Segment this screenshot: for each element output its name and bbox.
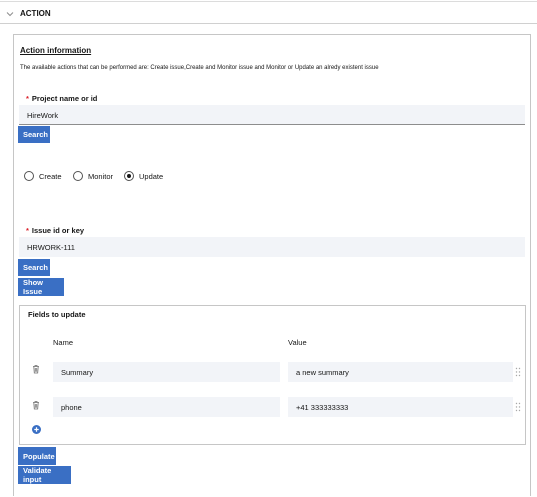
radio-create[interactable]: Create bbox=[24, 169, 62, 183]
populate-button[interactable]: Populate bbox=[18, 447, 56, 465]
issue-label-text: Issue id or key bbox=[31, 226, 85, 235]
radio-create-label[interactable]: Create bbox=[39, 172, 62, 181]
accordion-header[interactable]: ACTION bbox=[0, 2, 537, 24]
drag-handle-icon[interactable] bbox=[515, 367, 521, 377]
chevron-down-icon[interactable] bbox=[5, 9, 15, 19]
delete-row-icon[interactable] bbox=[32, 364, 40, 374]
field-value-value[interactable]: a new summary bbox=[296, 368, 349, 377]
required-mark: * bbox=[26, 94, 29, 103]
project-search-button[interactable]: Search bbox=[18, 126, 50, 143]
drag-handle-icon[interactable] bbox=[515, 402, 521, 412]
issue-label: * Issue id or key bbox=[26, 226, 84, 235]
column-header-name: Name bbox=[53, 338, 74, 347]
radio-monitor-label[interactable]: Monitor bbox=[88, 172, 113, 181]
issue-input-value[interactable]: HRWORK-111 bbox=[27, 243, 75, 252]
delete-row-icon[interactable] bbox=[32, 400, 40, 410]
fields-to-update-title: Fields to update bbox=[28, 310, 86, 319]
radio-update-label[interactable]: Update bbox=[139, 172, 163, 181]
show-issue-button[interactable]: Show Issue bbox=[18, 278, 64, 296]
project-input[interactable]: HireWork bbox=[19, 105, 525, 125]
project-input-value[interactable]: HireWork bbox=[27, 111, 58, 120]
field-name-value[interactable]: Summary bbox=[61, 368, 93, 377]
radio-update-circle[interactable] bbox=[124, 171, 134, 181]
field-name-input[interactable]: phone bbox=[53, 397, 280, 417]
radio-create-circle[interactable] bbox=[24, 171, 34, 181]
radio-update[interactable]: Update bbox=[124, 169, 163, 183]
issue-input[interactable]: HRWORK-111 bbox=[19, 237, 525, 257]
field-name-input[interactable]: Summary bbox=[53, 362, 280, 382]
section-description: The available actions that can be perfor… bbox=[20, 65, 379, 71]
project-label: * Project name or id bbox=[26, 94, 97, 103]
required-mark: * bbox=[26, 226, 29, 235]
field-value-value[interactable]: +41 333333333 bbox=[296, 403, 348, 412]
column-header-value: Value bbox=[288, 338, 307, 347]
issue-search-button[interactable]: Search bbox=[18, 259, 50, 276]
project-label-text: Project name or id bbox=[31, 94, 98, 103]
radio-monitor[interactable]: Monitor bbox=[73, 169, 113, 183]
field-value-input[interactable]: a new summary bbox=[288, 362, 513, 382]
add-row-icon[interactable] bbox=[32, 425, 41, 434]
field-name-value[interactable]: phone bbox=[61, 403, 82, 412]
section-title: Action information bbox=[20, 46, 92, 55]
accordion-title: ACTION bbox=[20, 9, 51, 18]
validate-input-button[interactable]: Validate input bbox=[18, 466, 71, 484]
field-value-input[interactable]: +41 333333333 bbox=[288, 397, 513, 417]
radio-monitor-circle[interactable] bbox=[73, 171, 83, 181]
